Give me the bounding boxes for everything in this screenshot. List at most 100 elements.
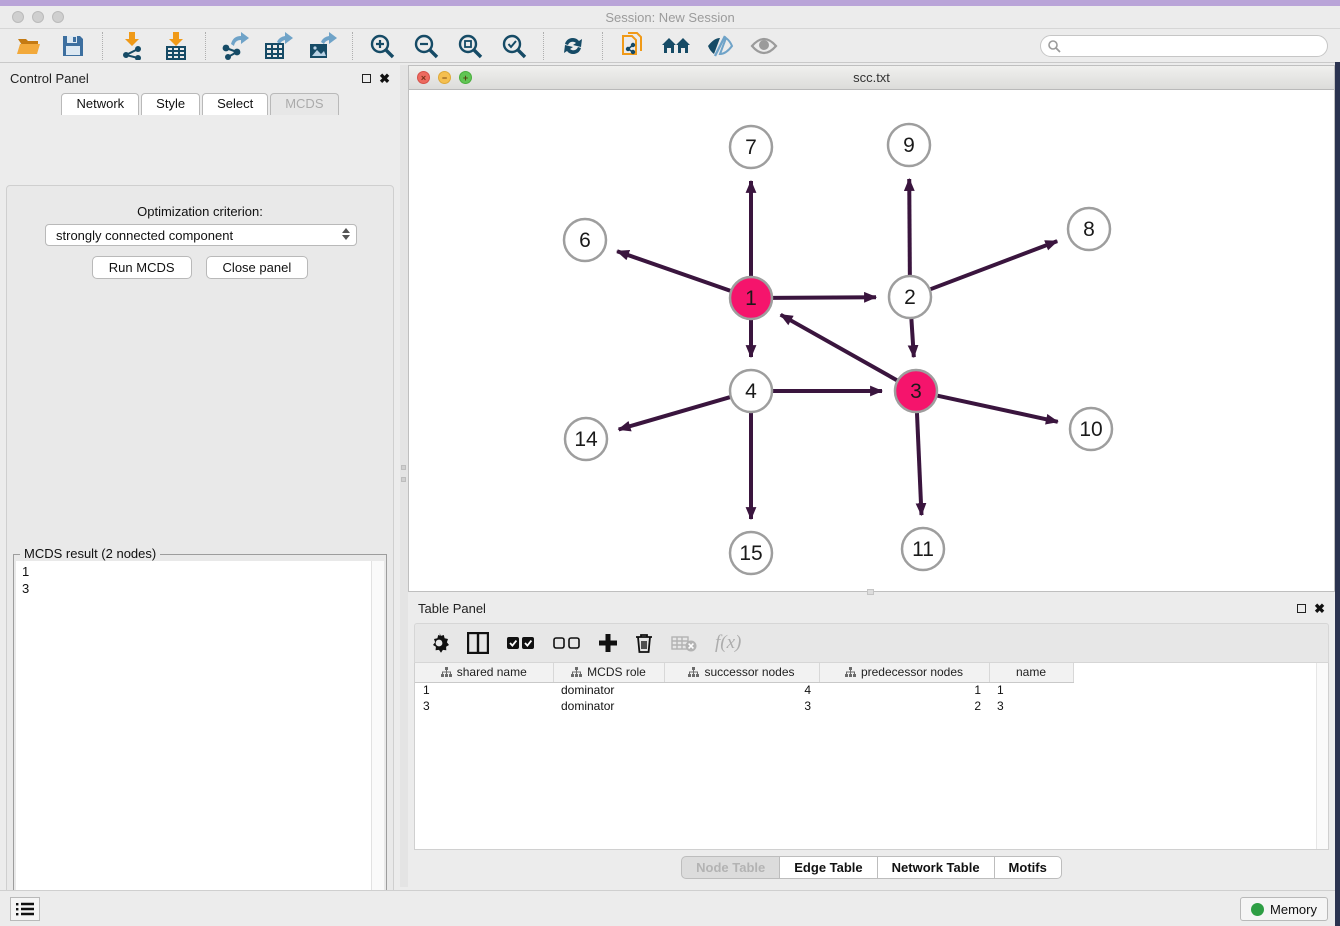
- edge-1-6[interactable]: [617, 251, 730, 291]
- network-canvas[interactable]: 7 9 6 8 1 2 4 3 14 10 15 11: [409, 90, 1334, 591]
- table-cell[interactable]: 3: [989, 698, 1073, 714]
- tab-style[interactable]: Style: [141, 93, 200, 115]
- tab-select[interactable]: Select: [202, 93, 268, 115]
- export-table-icon[interactable]: [264, 32, 294, 60]
- edge-3-1[interactable]: [781, 315, 897, 381]
- hide-details-icon[interactable]: [705, 32, 735, 60]
- edge-4-14[interactable]: [619, 397, 730, 429]
- criterion-select[interactable]: strongly connected component: [45, 224, 357, 246]
- table-cell[interactable]: 4: [664, 682, 819, 698]
- edge-2-8[interactable]: [931, 241, 1058, 289]
- column-header-shared-name[interactable]: shared name: [415, 663, 553, 682]
- show-details-icon: [749, 32, 779, 60]
- table-cell[interactable]: dominator: [553, 698, 664, 714]
- table-cell[interactable]: 1: [989, 682, 1073, 698]
- open-file-icon[interactable]: [14, 32, 44, 60]
- split-pane-icon[interactable]: [467, 632, 489, 654]
- control-panel: Control Panel ✖ NetworkStyleSelectMCDS O…: [0, 65, 400, 887]
- node-10[interactable]: 10: [1070, 408, 1112, 450]
- mcds-result-values: 1 3: [16, 561, 384, 599]
- table-cell[interactable]: 2: [819, 698, 989, 714]
- float-panel-icon[interactable]: [362, 74, 371, 83]
- column-header-MCDS-role[interactable]: MCDS role: [553, 663, 664, 682]
- export-network-icon[interactable]: [220, 32, 250, 60]
- network-window-title: scc.txt: [409, 70, 1334, 85]
- close-table-panel-icon[interactable]: ✖: [1314, 602, 1325, 615]
- export-image-icon[interactable]: [308, 32, 338, 60]
- table-panel: Table Panel ✖ f(x) shared nameMCDS rol: [408, 595, 1335, 887]
- zoom-fit-icon[interactable]: [455, 32, 485, 60]
- edge-3-10[interactable]: [937, 396, 1057, 422]
- column-header-successor-nodes[interactable]: successor nodes: [664, 663, 819, 682]
- tab-network-table[interactable]: Network Table: [877, 856, 995, 879]
- delete-column-icon[interactable]: [635, 633, 653, 653]
- column-header-predecessor-nodes[interactable]: predecessor nodes: [819, 663, 989, 682]
- node-15[interactable]: 15: [730, 532, 772, 574]
- run-mcds-button[interactable]: Run MCDS: [92, 256, 192, 279]
- node-7[interactable]: 7: [730, 126, 772, 168]
- table-cell[interactable]: 3: [664, 698, 819, 714]
- memory-status-icon: [1251, 903, 1264, 916]
- table-scrollbar[interactable]: [1316, 663, 1328, 849]
- tab-node-table[interactable]: Node Table: [681, 856, 780, 879]
- node-11[interactable]: 11: [902, 528, 944, 570]
- tab-network[interactable]: Network: [61, 93, 139, 115]
- node-4[interactable]: 4: [730, 370, 772, 412]
- node-6[interactable]: 6: [564, 219, 606, 261]
- add-column-icon[interactable]: [599, 634, 617, 652]
- table-cell[interactable]: 3: [415, 698, 553, 714]
- edge-2-9[interactable]: [909, 179, 910, 275]
- zoom-in-icon[interactable]: [367, 32, 397, 60]
- tree-icon: [845, 667, 856, 678]
- gear-icon[interactable]: [429, 633, 449, 653]
- memory-button[interactable]: Memory: [1240, 897, 1328, 921]
- splitter-grip[interactable]: [401, 477, 406, 482]
- float-table-panel-icon[interactable]: [1297, 604, 1306, 613]
- refresh-icon[interactable]: [558, 32, 588, 60]
- import-network-icon[interactable]: [117, 32, 147, 60]
- splitter-grip[interactable]: [401, 465, 406, 470]
- search-input[interactable]: [1040, 35, 1328, 57]
- edge-3-11[interactable]: [917, 413, 922, 515]
- network-graph[interactable]: 7 9 6 8 1 2 4 3 14 10 15 11: [409, 90, 1334, 591]
- node-8[interactable]: 8: [1068, 208, 1110, 250]
- table-cell[interactable]: dominator: [553, 682, 664, 698]
- tab-edge-table[interactable]: Edge Table: [779, 856, 877, 879]
- import-table-icon[interactable]: [161, 32, 191, 60]
- table-cell[interactable]: 1: [819, 682, 989, 698]
- table-cell[interactable]: 1: [415, 682, 553, 698]
- node-14[interactable]: 14: [565, 418, 607, 460]
- delete-table-icon: [671, 634, 697, 652]
- edge-2-3[interactable]: [911, 319, 913, 357]
- clone-network-icon[interactable]: [617, 32, 647, 60]
- mcds-tab-content: Optimization criterion: strongly connect…: [6, 185, 394, 926]
- tab-mcds[interactable]: MCDS: [270, 93, 338, 115]
- tab-motifs[interactable]: Motifs: [994, 856, 1062, 879]
- search-icon: [1047, 39, 1061, 53]
- select-all-icon[interactable]: [507, 636, 535, 650]
- network-window-titlebar[interactable]: × − + scc.txt: [409, 66, 1334, 90]
- node-9[interactable]: 9: [888, 124, 930, 166]
- mcds-result-area[interactable]: 1 3: [16, 561, 384, 926]
- node-1[interactable]: 1: [730, 277, 772, 319]
- edge-1-2[interactable]: [773, 297, 876, 298]
- deselect-all-icon[interactable]: [553, 636, 581, 650]
- table-panel-header: Table Panel ✖: [408, 595, 1335, 621]
- svg-text:1: 1: [745, 287, 757, 310]
- task-history-button[interactable]: [10, 897, 40, 921]
- node-2[interactable]: 2: [889, 276, 931, 318]
- zoom-selected-icon[interactable]: [499, 32, 529, 60]
- vertical-splitter[interactable]: [400, 65, 408, 887]
- result-scrollbar[interactable]: [371, 561, 384, 926]
- node-table[interactable]: shared nameMCDS rolesuccessor nodesprede…: [414, 663, 1329, 850]
- houses-icon[interactable]: [661, 32, 691, 60]
- zoom-out-icon[interactable]: [411, 32, 441, 60]
- node-3[interactable]: 3: [895, 370, 937, 412]
- table-row[interactable]: 3dominator323: [415, 698, 1073, 714]
- column-header-name[interactable]: name: [989, 663, 1073, 682]
- close-panel-icon[interactable]: ✖: [379, 72, 390, 85]
- table-row[interactable]: 1dominator411: [415, 682, 1073, 698]
- memory-label: Memory: [1270, 902, 1317, 917]
- close-panel-button[interactable]: Close panel: [206, 256, 309, 279]
- save-session-icon[interactable]: [58, 32, 88, 60]
